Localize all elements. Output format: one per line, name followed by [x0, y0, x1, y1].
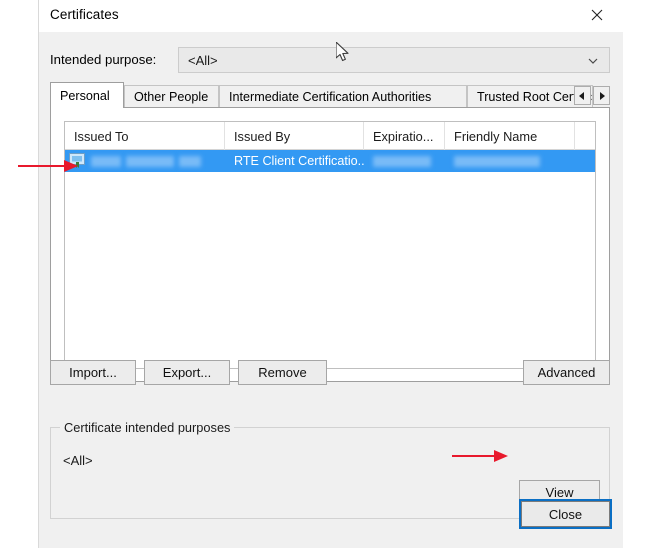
intended-purpose-label: Intended purpose:: [50, 52, 157, 67]
triangle-right-icon[interactable]: [593, 86, 610, 105]
dialog-body: Intended purpose: <All> Personal Other P…: [39, 32, 623, 548]
import-button[interactable]: Import...: [50, 360, 136, 385]
intended-purpose-dropdown[interactable]: <All>: [178, 47, 610, 73]
certificate-icon: [69, 153, 87, 169]
screenshot-root: Certificates Intended purpose: <All> Per…: [0, 0, 664, 550]
tab-intermediate-certification-authorities[interactable]: Intermediate Certification Authorities: [219, 85, 467, 108]
column-label: Issued To: [74, 128, 129, 144]
tabstrip: Personal Other People Intermediate Certi…: [50, 82, 610, 108]
column-header-expiration[interactable]: Expiratio...: [364, 122, 445, 150]
tab-personal[interactable]: Personal: [50, 82, 124, 108]
tab-label: Intermediate Certification Authorities: [229, 90, 432, 104]
column-header-friendly-name[interactable]: Friendly Name: [445, 122, 575, 150]
cell-expiration: [364, 150, 445, 172]
dialog-title: Certificates: [50, 7, 119, 22]
redacted-text: [126, 155, 174, 167]
tab-label: Personal: [60, 88, 110, 103]
redacted-text: [373, 155, 431, 167]
table-row[interactable]: RTE Client Certificatio...: [65, 150, 595, 172]
list-body: RTE Client Certificatio...: [65, 150, 595, 172]
column-label: Friendly Name: [454, 128, 538, 144]
export-button[interactable]: Export...: [144, 360, 230, 385]
redacted-text: [454, 155, 540, 167]
tab-other-people[interactable]: Other People: [124, 85, 219, 108]
list-header: Issued To Issued By Expiratio... Friendl…: [65, 122, 595, 150]
cell-friendly-name: [445, 150, 575, 172]
redacted-text: [179, 155, 201, 167]
intended-purposes-value: <All>: [63, 453, 93, 468]
certificates-list[interactable]: Issued To Issued By Expiratio... Friendl…: [64, 121, 596, 369]
advanced-button[interactable]: Advanced: [523, 360, 610, 385]
column-header-issued-to[interactable]: Issued To: [65, 122, 225, 150]
redacted-text: [91, 155, 121, 167]
tab-page-personal: Issued To Issued By Expiratio... Friendl…: [50, 107, 610, 382]
close-x-icon[interactable]: [577, 0, 617, 30]
column-label: Expiratio...: [373, 128, 434, 144]
remove-button[interactable]: Remove: [238, 360, 327, 385]
certificates-dialog: Certificates Intended purpose: <All> Per…: [38, 0, 623, 548]
chevron-down-icon: [587, 54, 599, 66]
dialog-titlebar: Certificates: [39, 0, 623, 32]
column-label: Issued By: [234, 128, 291, 144]
column-header-filler: [575, 122, 595, 150]
group-title: Certificate intended purposes: [60, 420, 235, 435]
intended-purpose-value: <All>: [188, 52, 218, 68]
cell-issued-to: [65, 150, 225, 172]
tab-label: Other People: [134, 90, 209, 104]
column-header-issued-by[interactable]: Issued By: [225, 122, 364, 150]
cell-issued-by: RTE Client Certificatio...: [234, 154, 364, 168]
close-button[interactable]: Close: [519, 499, 612, 529]
triangle-left-icon[interactable]: [574, 86, 591, 105]
